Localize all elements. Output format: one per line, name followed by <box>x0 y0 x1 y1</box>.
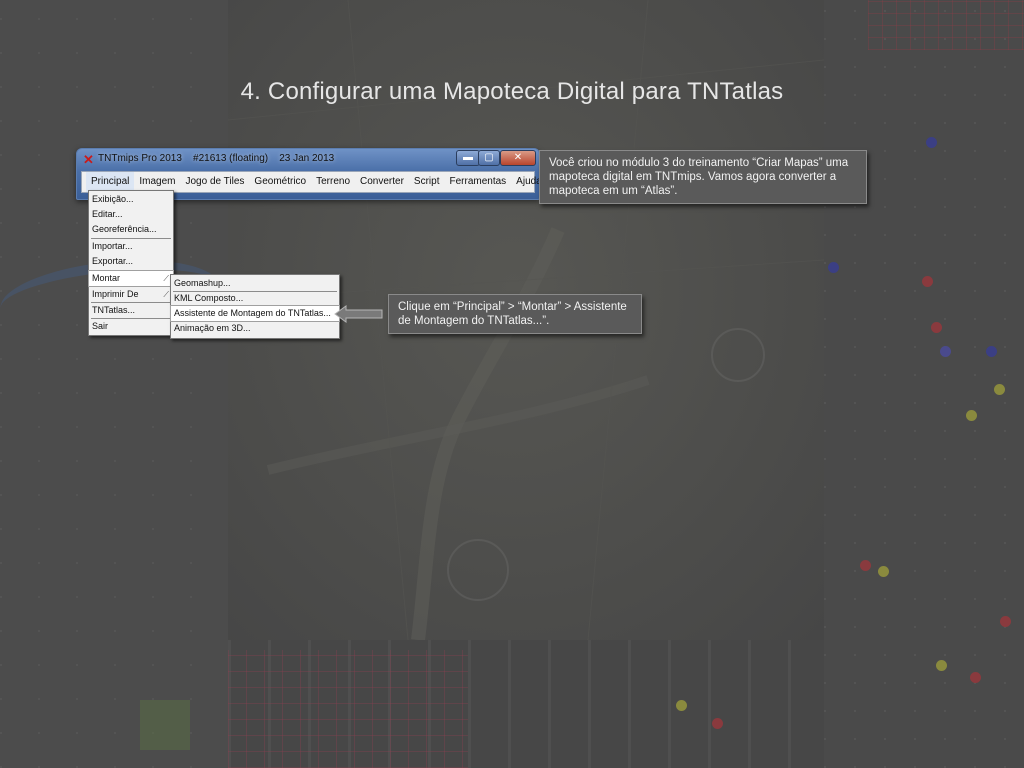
slide-title: 4. Configurar uma Mapoteca Digital para … <box>240 78 784 105</box>
map-marker <box>936 660 947 671</box>
montar-submenu: Geomashup... KML Composto... Assistente … <box>170 274 340 339</box>
menu-terreno[interactable]: Terreno <box>311 172 355 192</box>
close-button[interactable]: ✕ <box>500 150 536 166</box>
submenu-item-kml-composto[interactable]: KML Composto... <box>171 291 339 306</box>
menu-item-montar[interactable]: Montar ⟋ <box>88 270 174 287</box>
pointer-arrow-icon <box>334 305 383 323</box>
submenu-arrow-icon: ⟋ <box>163 274 169 283</box>
menu-imagem[interactable]: Imagem <box>134 172 180 192</box>
menu-principal[interactable]: Principal <box>86 172 135 192</box>
map-marker <box>986 346 997 357</box>
submenu-item-animacao-3d[interactable]: Animação em 3D... <box>171 321 339 336</box>
menu-item-editar[interactable]: Editar... <box>89 207 173 222</box>
menu-item-importar[interactable]: Importar... <box>89 239 173 254</box>
tntmips-app-icon <box>81 152 96 167</box>
intro-callout: Você criou no módulo 3 do treinamento “C… <box>539 150 867 204</box>
map-marker <box>994 384 1005 395</box>
menu-script[interactable]: Script <box>409 172 445 192</box>
menu-ferramentas[interactable]: Ferramentas <box>444 172 511 192</box>
map-marker <box>922 276 933 287</box>
map-marker <box>878 566 889 577</box>
instruction-callout: Clique em “Principal” > “Montar” > Assis… <box>388 294 642 334</box>
map-marker <box>966 410 977 421</box>
map-streets-red <box>228 650 468 768</box>
map-background-left <box>0 0 228 768</box>
menu-item-montar-label: Montar <box>92 273 121 283</box>
map-marker <box>860 560 871 571</box>
map-marker <box>926 137 937 148</box>
submenu-item-assistente-tntatlas[interactable]: Assistente de Montagem do TNTatlas... <box>170 305 340 322</box>
minimize-button[interactable]: ▬ <box>456 150 480 166</box>
submenu-arrow-icon: ⟋ <box>163 290 169 299</box>
menu-item-exportar[interactable]: Exportar... <box>89 254 173 269</box>
map-background-right <box>824 0 1024 768</box>
map-marker <box>712 718 723 729</box>
map-park <box>140 700 190 750</box>
menu-geometrico[interactable]: Geométrico <box>249 172 311 192</box>
menu-item-imprimir-de-label: Imprimir De <box>92 289 139 299</box>
menu-item-imprimir-de[interactable]: Imprimir De ⟋ <box>89 287 173 302</box>
menu-item-exibicao[interactable]: Exibição... <box>89 192 173 207</box>
map-marker <box>676 700 687 711</box>
maximize-button[interactable]: ▢ <box>478 150 500 166</box>
window-titlebar[interactable]: TNTmips Pro 2013 #21613 (floating) 23 Ja… <box>77 149 539 170</box>
map-marker <box>970 672 981 683</box>
window-title: TNTmips Pro 2013 #21613 (floating) 23 Ja… <box>98 153 335 164</box>
map-marker <box>940 346 951 357</box>
menu-item-georeferencia[interactable]: Georeferência... <box>89 222 173 237</box>
map-marker <box>1000 616 1011 627</box>
menu-item-tntatlas[interactable]: TNTatlas... <box>89 303 173 318</box>
menu-converter[interactable]: Converter <box>355 172 409 192</box>
submenu-item-geomashup[interactable]: Geomashup... <box>171 276 339 291</box>
menu-item-sair[interactable]: Sair <box>89 319 173 334</box>
menu-jogo-de-tiles[interactable]: Jogo de Tiles <box>180 172 249 192</box>
map-marker <box>931 322 942 333</box>
principal-dropdown: Exibição... Editar... Georeferência... I… <box>88 190 174 336</box>
map-marker <box>828 262 839 273</box>
map-streets-red <box>868 0 1024 50</box>
map-background <box>0 0 1024 768</box>
